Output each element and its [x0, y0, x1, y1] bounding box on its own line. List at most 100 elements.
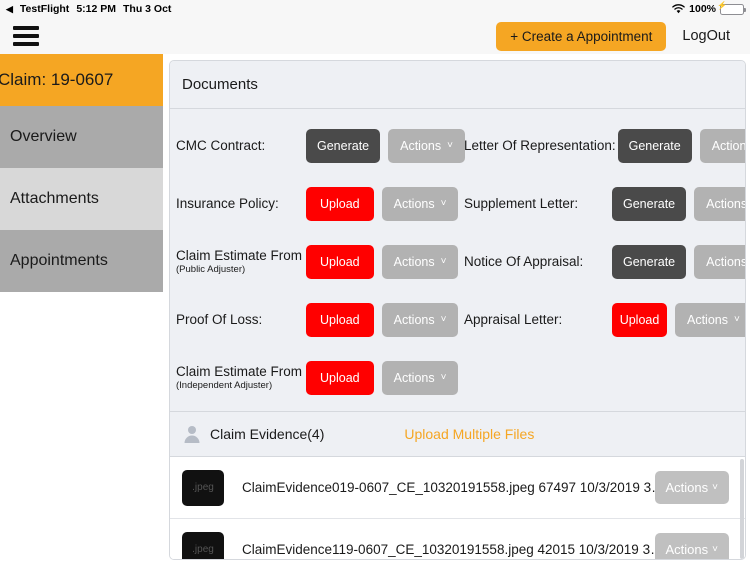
- document-label-text: Insurance Policy:: [176, 196, 279, 212]
- document-row: Claim Estimate From : (Independent Adjus…: [170, 349, 745, 407]
- document-entry-notice-of-appraisal: Notice Of Appraisal: Generate Actions ˅: [464, 245, 745, 279]
- upload-button[interactable]: Upload: [306, 187, 374, 221]
- document-entry-supplement-letter: Supplement Letter: Generate Actions ˅: [464, 187, 745, 221]
- file-thumbnail-jpeg: .jpeg: [182, 469, 224, 506]
- person-avatar-icon: [182, 424, 202, 444]
- claim-title-banner: Claim: 19-0607: [0, 54, 163, 106]
- chevron-down-icon: ˅: [734, 314, 740, 325]
- actions-label: Actions: [711, 139, 746, 153]
- actions-dropdown-button[interactable]: Actions ˅: [381, 361, 459, 395]
- documents-card: Documents CMC Contract: Generate Actions…: [169, 60, 746, 560]
- actions-dropdown-button[interactable]: Actions ˅: [694, 187, 745, 221]
- actions-dropdown-button[interactable]: Actions ˅: [675, 303, 745, 337]
- back-app-label[interactable]: TestFlight: [20, 3, 69, 15]
- chevron-down-icon: ˅: [440, 314, 447, 325]
- document-entry-claim-estimate-public-adjuster: Claim Estimate From : (Public Adjuster) …: [176, 245, 464, 279]
- document-label: Claim Estimate From : (Public Adjuster): [176, 248, 310, 276]
- page-body: Claim: 19-0607 Overview Attachments Appo…: [0, 54, 750, 562]
- claim-evidence-title: Claim Evidence(4): [210, 426, 325, 442]
- document-row: Insurance Policy: Upload Actions ˅ Suppl…: [170, 175, 745, 233]
- actions-dropdown-button[interactable]: Actions ˅: [381, 303, 459, 337]
- document-label: Appraisal Letter:: [464, 312, 612, 328]
- vertical-scrollbar[interactable]: [740, 459, 744, 559]
- document-label-sublabel: (Independent Adjuster): [176, 380, 273, 392]
- status-bar-right: 100% ⚡: [672, 1, 746, 15]
- chevron-down-icon: ˅: [712, 543, 718, 555]
- documents-card-header: Documents: [170, 61, 745, 109]
- upload-button[interactable]: Upload: [306, 245, 374, 279]
- sidebar-item-overview[interactable]: Overview: [0, 106, 163, 168]
- chevron-down-icon: ˅: [447, 140, 453, 151]
- status-bar: ◀ TestFlight 5:12 PM Thu 3 Oct 100% ⚡: [0, 0, 750, 18]
- generate-button[interactable]: Generate: [617, 129, 692, 163]
- actions-label: Actions: [393, 197, 435, 211]
- document-label-text: Claim Estimate From :: [176, 247, 310, 263]
- file-list-item[interactable]: .jpeg ClaimEvidence119-0607_CE_103201915…: [170, 519, 745, 559]
- documents-grid: CMC Contract: Generate Actions ˅ Letter …: [170, 109, 745, 411]
- actions-dropdown-button[interactable]: Actions ˅: [699, 129, 746, 163]
- file-name-label: ClaimEvidence119-0607_CE_10320191558.jpe…: [242, 542, 655, 557]
- actions-dropdown-button[interactable]: Actions ˅: [381, 245, 459, 279]
- actions-dropdown-button[interactable]: Actions ˅: [381, 187, 459, 221]
- actions-label: Actions: [393, 313, 435, 327]
- generate-button[interactable]: Generate: [612, 245, 687, 279]
- main-content: Documents CMC Contract: Generate Actions…: [163, 54, 750, 562]
- upload-button[interactable]: Upload: [306, 361, 374, 395]
- document-label-sublabel: (Public Adjuster): [176, 264, 246, 276]
- document-label: Notice Of Appraisal:: [464, 254, 612, 270]
- claim-evidence-header: Claim Evidence(4) Upload Multiple Files: [170, 411, 745, 457]
- file-thumbnail-label: .jpeg: [192, 482, 214, 493]
- chevron-down-icon: ˅: [440, 372, 447, 383]
- document-row: Proof Of Loss: Upload Actions ˅ Appraisa…: [170, 291, 745, 349]
- chevron-down-icon: ˅: [712, 481, 718, 493]
- sidebar-item-attachments[interactable]: Attachments: [0, 168, 163, 230]
- claim-title-text: Claim: 19-0607: [0, 70, 114, 89]
- document-entry-cmc-contract: CMC Contract: Generate Actions ˅: [176, 129, 465, 163]
- chevron-down-icon: ˅: [440, 198, 447, 209]
- claim-evidence-file-list: .jpeg ClaimEvidence019-0607_CE_103201915…: [170, 457, 745, 559]
- actions-dropdown-button[interactable]: Actions ˅: [388, 129, 465, 163]
- battery-percent-label: 100%: [689, 3, 716, 15]
- document-label-text: Notice Of Appraisal:: [464, 254, 584, 270]
- document-label: CMC Contract:: [176, 138, 306, 154]
- back-arrow-icon[interactable]: ◀: [6, 4, 13, 14]
- battery-icon: ⚡: [717, 1, 746, 15]
- actions-label: Actions: [393, 371, 435, 385]
- hamburger-menu-icon[interactable]: [10, 23, 42, 49]
- generate-button[interactable]: Generate: [612, 187, 687, 221]
- upload-button[interactable]: Upload: [612, 303, 667, 337]
- document-row: CMC Contract: Generate Actions ˅ Letter …: [170, 117, 745, 175]
- chevron-down-icon: ˅: [440, 256, 447, 267]
- actions-label: Actions: [687, 313, 728, 327]
- document-entry-claim-estimate-independent-adjuster: Claim Estimate From : (Independent Adjus…: [176, 361, 464, 395]
- document-label-text: Claim Estimate From :: [176, 363, 310, 379]
- page-title: Documents: [182, 76, 258, 93]
- upload-multiple-files-link[interactable]: Upload Multiple Files: [404, 426, 534, 442]
- document-label-text: Letter Of Representation:: [464, 138, 616, 154]
- sidebar-item-label: Appointments: [10, 252, 108, 269]
- file-actions-dropdown-button[interactable]: Actions ˅: [654, 471, 729, 504]
- status-date: Thu 3 Oct: [123, 3, 172, 15]
- file-list-item[interactable]: .jpeg ClaimEvidence019-0607_CE_103201915…: [170, 457, 745, 519]
- document-label: Supplement Letter:: [464, 196, 612, 212]
- status-time: 5:12 PM: [76, 3, 116, 15]
- sidebar: Claim: 19-0607 Overview Attachments Appo…: [0, 54, 163, 562]
- document-label: Letter Of Representation:: [464, 138, 618, 154]
- sidebar-item-appointments[interactable]: Appointments: [0, 230, 163, 292]
- create-appointment-button[interactable]: + Create a Appointment: [496, 21, 667, 51]
- file-thumbnail-label: .jpeg: [192, 544, 214, 555]
- actions-dropdown-button[interactable]: Actions ˅: [694, 245, 745, 279]
- file-name-label: ClaimEvidence019-0607_CE_10320191558.jpe…: [242, 480, 655, 495]
- actions-label: Actions: [665, 480, 709, 495]
- sidebar-item-label: Overview: [10, 128, 77, 145]
- status-bar-left: ◀ TestFlight 5:12 PM Thu 3 Oct: [6, 3, 171, 15]
- actions-label: Actions: [665, 542, 709, 557]
- logout-button[interactable]: LogOut: [672, 22, 740, 50]
- document-label-text: CMC Contract:: [176, 138, 266, 154]
- file-actions-dropdown-button[interactable]: Actions ˅: [654, 533, 729, 559]
- upload-button[interactable]: Upload: [306, 303, 374, 337]
- document-entry-letter-of-representation: Letter Of Representation: Generate Actio…: [464, 129, 746, 163]
- generate-button[interactable]: Generate: [306, 129, 381, 163]
- actions-label: Actions: [393, 255, 435, 269]
- document-entry-appraisal-letter: Appraisal Letter: Upload Actions ˅: [464, 303, 745, 337]
